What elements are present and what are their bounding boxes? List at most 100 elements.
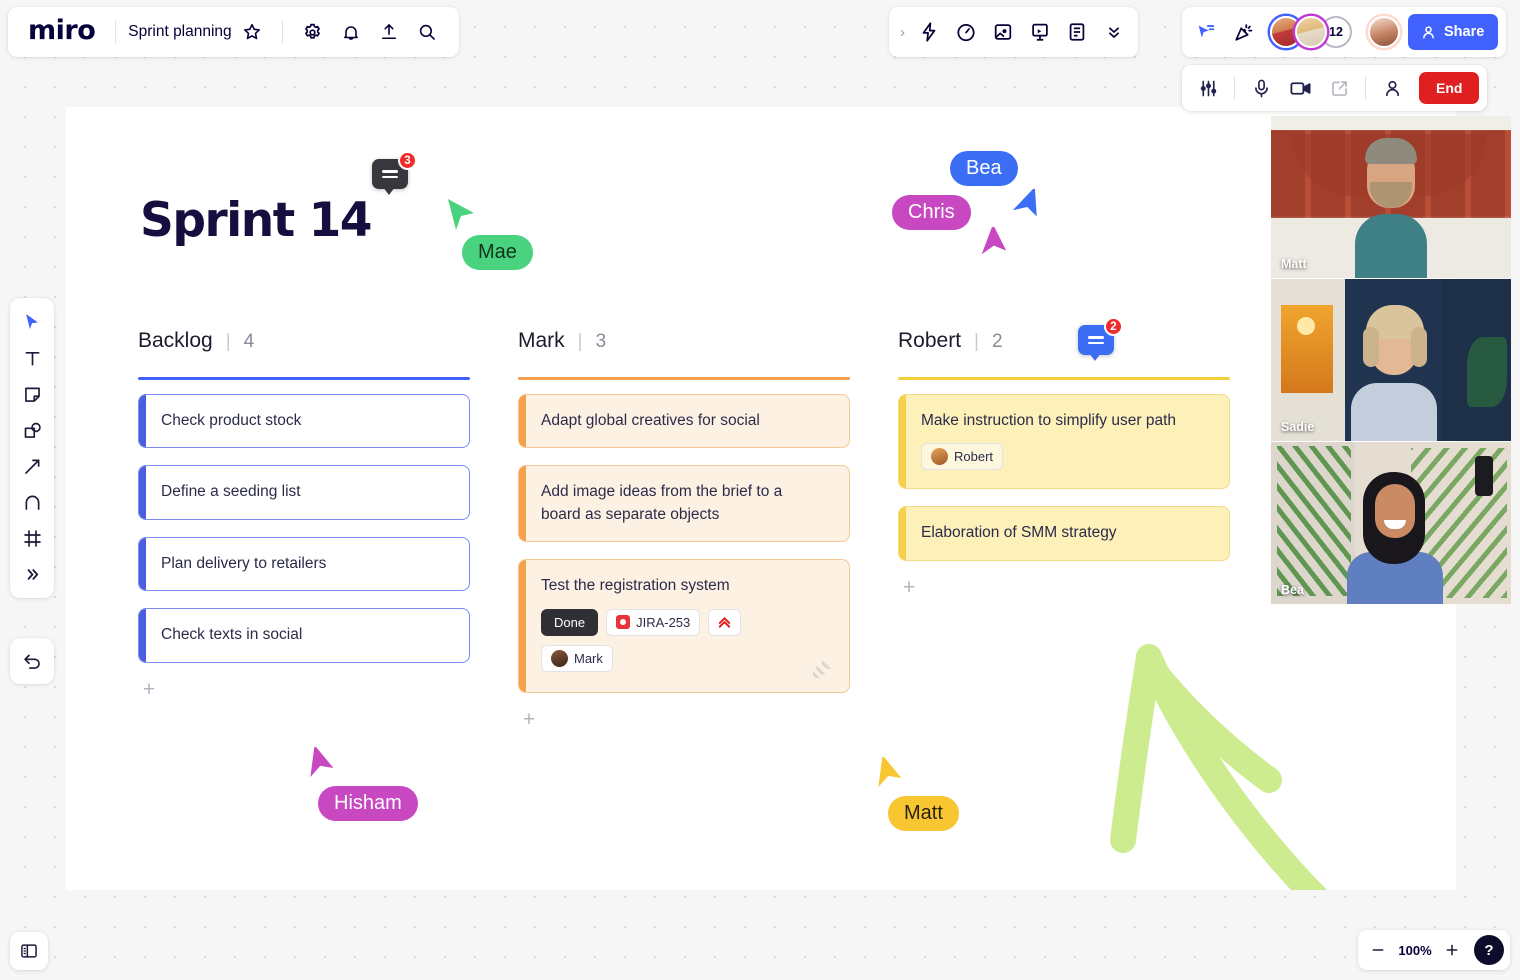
column-separator: | [577,331,583,352]
search-icon[interactable] [409,14,445,50]
board-title[interactable]: Sprint planning [128,23,231,41]
card-accent-bar [139,537,146,591]
top-right-toolbar: 12 Share [1182,7,1507,57]
task-card[interactable]: Adapt global creatives for social [518,394,850,449]
add-card-button[interactable]: + [518,709,540,732]
more-tools[interactable] [15,557,49,591]
cursor-label-hisham: Hisham [318,786,418,821]
card-accent-bar [519,560,526,692]
cursor-label-chris: Chris [892,195,971,230]
column-title: Backlog [138,329,213,352]
assignee-chip[interactable]: Mark [541,644,613,672]
page-title: Sprint 14 [140,193,372,248]
priority-highest-icon[interactable] [708,608,742,636]
comment-count-badge: 3 [398,151,417,170]
add-card-button[interactable]: + [898,577,920,600]
document-icon[interactable] [1059,14,1095,50]
board-canvas[interactable]: Sprint 14 3 Mae Chris Bea Hisham Matt Ba… [66,107,1456,890]
card-accent-bar [899,395,906,489]
help-button[interactable]: ? [1474,935,1504,965]
miro-app-window: Sprint 14 3 Mae Chris Bea Hisham Matt Ba… [0,0,1520,980]
connector-tool[interactable] [15,449,49,483]
pen-tool[interactable] [15,485,49,519]
collaborator-avatars: 12 [1270,16,1352,48]
task-card[interactable]: Check product stock [138,394,470,449]
chevron-right-icon[interactable]: › [895,24,910,41]
call-control-bar: End [1182,65,1488,111]
robert-column-comment-pin[interactable]: 2 [1078,317,1123,361]
video-tile[interactable]: Bea [1271,442,1511,604]
upload-icon[interactable] [371,14,407,50]
star-icon[interactable] [234,14,270,50]
zoom-out-button[interactable] [1364,936,1392,964]
column-header: Mark | 3 [518,329,850,353]
cursor-chat-icon[interactable] [1188,14,1224,50]
cursor-label-matt: Matt [888,796,959,831]
zoom-level[interactable]: 100% [1394,943,1436,958]
column-header: Robert | 2 [898,329,1230,353]
video-camera-icon[interactable] [1282,70,1318,106]
party-popper-icon[interactable] [1226,14,1262,50]
presentation-icon[interactable] [1022,14,1058,50]
zoom-in-button[interactable] [1438,936,1466,964]
card-accent-bar [519,466,526,542]
video-tile[interactable]: Sadie [1271,279,1511,441]
miro-logo[interactable]: miro [22,15,103,49]
person-icon[interactable] [1374,70,1410,106]
video-tile[interactable]: Matt [1271,116,1511,278]
panel-layout-icon[interactable] [10,932,48,970]
column-rule [518,377,850,380]
sliders-icon[interactable] [1190,70,1226,106]
task-card[interactable]: Check texts in social [138,608,470,663]
lightning-icon[interactable] [911,14,947,50]
cursor-pointer-icon [1012,189,1037,217]
microphone-icon[interactable] [1243,70,1279,106]
comment-count-badge: 2 [1104,317,1123,336]
timer-icon[interactable] [948,14,984,50]
column-backlog: Backlog | 4 Check product stock Define a… [138,329,470,702]
end-call-button[interactable]: End [1419,72,1480,104]
task-card[interactable]: Elaboration of SMM strategy [898,506,1230,561]
select-tool[interactable] [15,305,49,339]
task-card[interactable]: Define a seeding list [138,465,470,520]
column-count: 4 [243,331,255,352]
avatar-self[interactable] [1368,16,1400,48]
title-comment-pin[interactable]: 3 [372,151,417,195]
avatar [551,649,568,667]
task-card[interactable]: Test the registration system Done JIRA-2… [518,559,850,693]
screen-share-icon[interactable] [1321,70,1357,106]
divider [1234,76,1235,100]
column-robert: Robert | 2 Make instruction to simplify … [898,329,1230,600]
status-badge[interactable]: Done [541,608,599,636]
task-card[interactable]: Plan delivery to retailers [138,536,470,592]
card-accent-bar [519,395,526,448]
card-title: Make instruction to simplify user path [921,412,1176,429]
cursor-pointer-icon [448,199,474,230]
card-title: Check product stock [161,412,302,429]
task-card[interactable]: Add image ideas from the brief to a boar… [518,465,850,543]
undo-icon[interactable] [15,644,49,678]
shapes-tool[interactable] [15,413,49,447]
avatar[interactable] [1295,16,1327,48]
zoom-controls: 100% ? [1358,930,1510,970]
bell-icon[interactable] [333,14,369,50]
frame-media-icon[interactable] [985,14,1021,50]
sticky-note-tool[interactable] [15,377,49,411]
frame-tool[interactable] [15,521,49,555]
chevron-double-down-icon[interactable] [1096,14,1132,50]
column-count: 3 [595,331,607,352]
column-mark: Mark | 3 Adapt global creatives for soci… [518,329,850,732]
task-card[interactable]: Make instruction to simplify user path R… [898,394,1230,490]
gear-icon[interactable] [295,14,331,50]
share-button[interactable]: Share [1408,14,1499,50]
divider [115,20,117,44]
card-assignee-row: Robert [921,443,1211,471]
jira-ticket-chip[interactable]: JIRA-253 [606,608,701,636]
assignee-chip[interactable]: Robert [921,443,1004,471]
green-hand-drawn-arrow[interactable] [1041,642,1456,890]
card-title: Test the registration system [541,577,730,595]
text-tool[interactable] [15,341,49,375]
add-card-button[interactable]: + [138,679,160,702]
card-assignee-row: Mark [541,644,831,672]
jira-square-icon [616,615,631,630]
